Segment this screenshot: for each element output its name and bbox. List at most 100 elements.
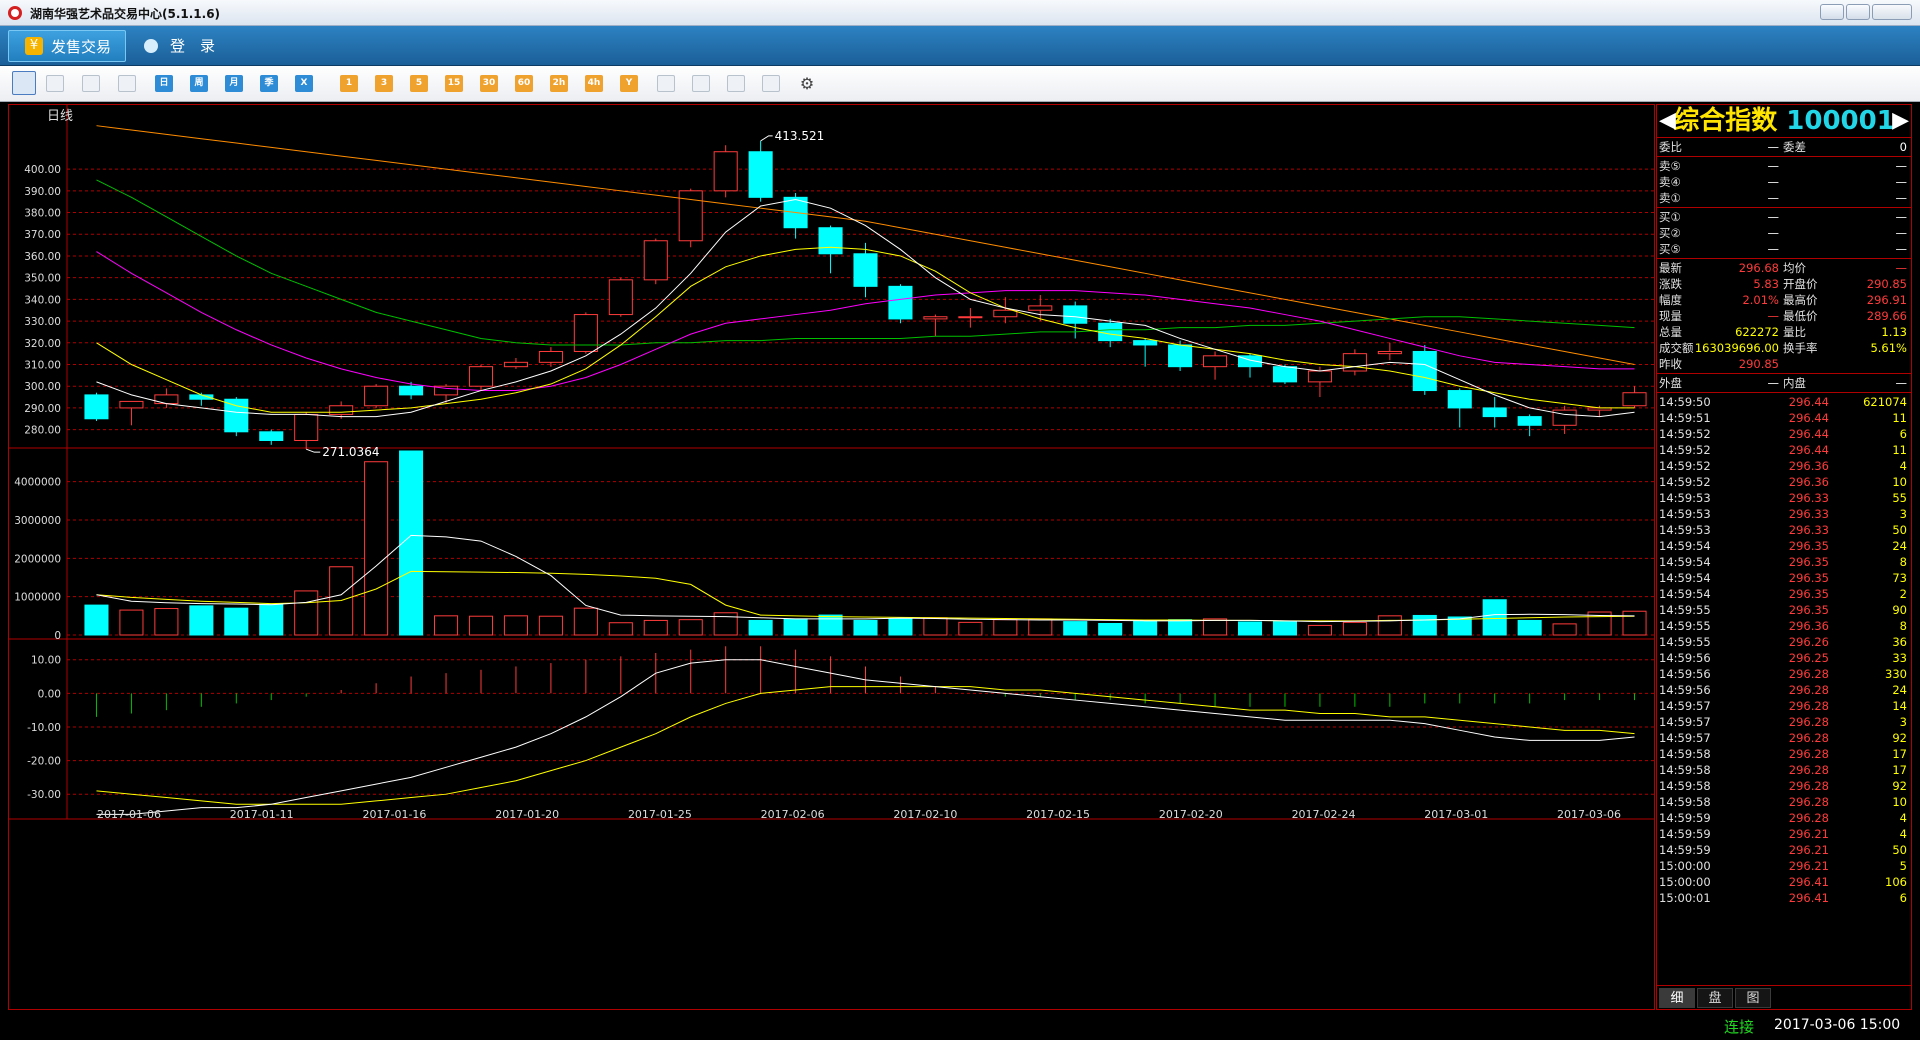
- quote-label: 现量: [1659, 309, 1682, 323]
- kline-chart[interactable]: 400.00 390.00 380.00 370.00 360.00 350.00 340.…: [8, 104, 1655, 1010]
- candle-body: [329, 405, 354, 415]
- candle-body: [1342, 353, 1367, 372]
- draw-icon[interactable]: [657, 75, 675, 92]
- trade-row: 14:59:57 296.28 14: [1657, 698, 1911, 714]
- menu-bar: ¥ 发售交易 登 录: [0, 26, 1920, 66]
- quote-value: —: [1895, 175, 1908, 189]
- trade-row: 14:59:54 296.35 24: [1657, 538, 1911, 554]
- period-season-button[interactable]: 季: [260, 75, 278, 92]
- period-30min-button[interactable]: 30: [480, 75, 498, 92]
- tab-detail[interactable]: 细: [1659, 988, 1695, 1008]
- quote-row: 买② — —: [1657, 225, 1911, 241]
- quote-value: —: [1767, 376, 1780, 390]
- trade-time: 14:59:59: [1659, 811, 1711, 825]
- trade-price: 296.44: [1788, 411, 1829, 425]
- quote-label: 昨收: [1659, 357, 1682, 371]
- period-x-button[interactable]: X: [295, 75, 313, 92]
- trade-row: 14:59:59 296.21 50: [1657, 842, 1911, 858]
- volume-bar: [1272, 620, 1298, 636]
- period-4h-button[interactable]: 4h: [585, 75, 603, 92]
- minimize-button[interactable]: [1820, 4, 1844, 20]
- trade-time: 15:00:01: [1659, 891, 1711, 905]
- min-price-label: 271.0364: [322, 445, 379, 459]
- menu-item-sale-trade[interactable]: ¥ 发售交易: [8, 30, 126, 62]
- quote-row: 卖① — —: [1657, 190, 1911, 206]
- period-month-button[interactable]: 月: [225, 75, 243, 92]
- trade-price: 296.28: [1788, 763, 1829, 777]
- macd-tick-label: 10.00: [31, 655, 61, 667]
- period-week-button[interactable]: 周: [190, 75, 208, 92]
- trade-time: 14:59:58: [1659, 763, 1711, 777]
- volume-bar: [748, 619, 773, 636]
- trade-price: 296.28: [1788, 811, 1829, 825]
- line-chart-icon[interactable]: [46, 75, 64, 92]
- y-tick-label: 310.00: [24, 360, 61, 372]
- zoom-out-icon[interactable]: [727, 75, 745, 92]
- period-1min-button[interactable]: 1: [340, 75, 358, 92]
- period-5min-button[interactable]: 5: [410, 75, 428, 92]
- period-2h-button[interactable]: 2h: [550, 75, 568, 92]
- period-year-button[interactable]: Y: [620, 75, 638, 92]
- trade-row: 14:59:53 296.33 55: [1657, 490, 1911, 506]
- trade-time: 14:59:54: [1659, 571, 1711, 585]
- candle-body: [853, 253, 878, 287]
- volume-bar: [224, 607, 249, 636]
- x-axis-label: 2017-02-06: [761, 808, 825, 821]
- close-button[interactable]: [1872, 4, 1912, 20]
- y-tick-label: 380.00: [24, 208, 61, 220]
- tab-book[interactable]: 盘: [1697, 988, 1733, 1008]
- trade-row: 14:59:59 296.21 4: [1657, 826, 1911, 842]
- trade-price: 296.44: [1788, 443, 1829, 457]
- quote-value: 1.13: [1881, 325, 1907, 339]
- volume-bar: [1482, 599, 1507, 636]
- volume-tick-label: 2000000: [14, 553, 61, 565]
- quote-label: 最低价: [1783, 309, 1818, 323]
- candlestick-icon[interactable]: [82, 75, 100, 92]
- user-icon: [144, 39, 158, 53]
- quote-label: 买②: [1659, 226, 1681, 240]
- x-axis-label: 2017-02-15: [1026, 808, 1090, 821]
- trade-volume: 24: [1892, 683, 1907, 697]
- next-arrow-icon[interactable]: ▶: [1892, 105, 1909, 137]
- volume-bar: [503, 615, 528, 636]
- period-60min-button[interactable]: 60: [515, 75, 533, 92]
- x-axis-label: 2017-01-16: [362, 808, 426, 821]
- trade-volume: 2: [1899, 587, 1907, 601]
- quote-value: —: [1767, 226, 1780, 240]
- trade-row: 14:59:51 296.44 11: [1657, 410, 1911, 426]
- period-15min-button[interactable]: 15: [445, 75, 463, 92]
- volume-tick-label: 0: [54, 630, 61, 642]
- quote-value: —: [1895, 226, 1908, 240]
- period-3min-button[interactable]: 3: [375, 75, 393, 92]
- volume-ma-white: [96, 534, 1635, 623]
- edit-icon[interactable]: [762, 75, 780, 92]
- trade-volume: 73: [1892, 571, 1907, 585]
- y-tick-label: 330.00: [24, 316, 61, 328]
- trade-time: 14:59:50: [1659, 395, 1711, 409]
- volume-bar: [538, 615, 563, 636]
- maximize-button[interactable]: [1846, 4, 1870, 20]
- chart-canvas: 400.00 390.00 380.00 370.00 360.00 350.00 340.…: [9, 105, 1654, 821]
- tab-chart[interactable]: 图: [1735, 988, 1771, 1008]
- candle-body: [84, 394, 109, 420]
- candle-body: [1272, 366, 1298, 383]
- quote-label: 买①: [1659, 210, 1681, 224]
- trade-time: 14:59:54: [1659, 555, 1711, 569]
- period-day-button[interactable]: 日: [155, 75, 173, 92]
- calendar-icon[interactable]: [118, 75, 136, 92]
- trade-row: 14:59:58 296.28 92: [1657, 778, 1911, 794]
- menu-item-login[interactable]: 登 录: [136, 30, 246, 62]
- quote-label: 委差: [1783, 140, 1806, 154]
- trade-row: 15:00:00 296.21 5: [1657, 858, 1911, 874]
- trade-time: 14:59:52: [1659, 475, 1711, 489]
- trade-volume: 10: [1892, 475, 1907, 489]
- settings-icon[interactable]: ⚙: [798, 75, 816, 92]
- y-tick-label: 350.00: [24, 273, 61, 285]
- prev-arrow-icon[interactable]: ◀: [1659, 105, 1676, 137]
- chart-type-icon[interactable]: [12, 71, 36, 95]
- trade-row: 14:59:56 296.28 330: [1657, 666, 1911, 682]
- quote-value: 0: [1899, 140, 1907, 154]
- trade-price: 296.35: [1788, 555, 1829, 569]
- zoom-in-icon[interactable]: [692, 75, 710, 92]
- candle-body: [1098, 322, 1123, 342]
